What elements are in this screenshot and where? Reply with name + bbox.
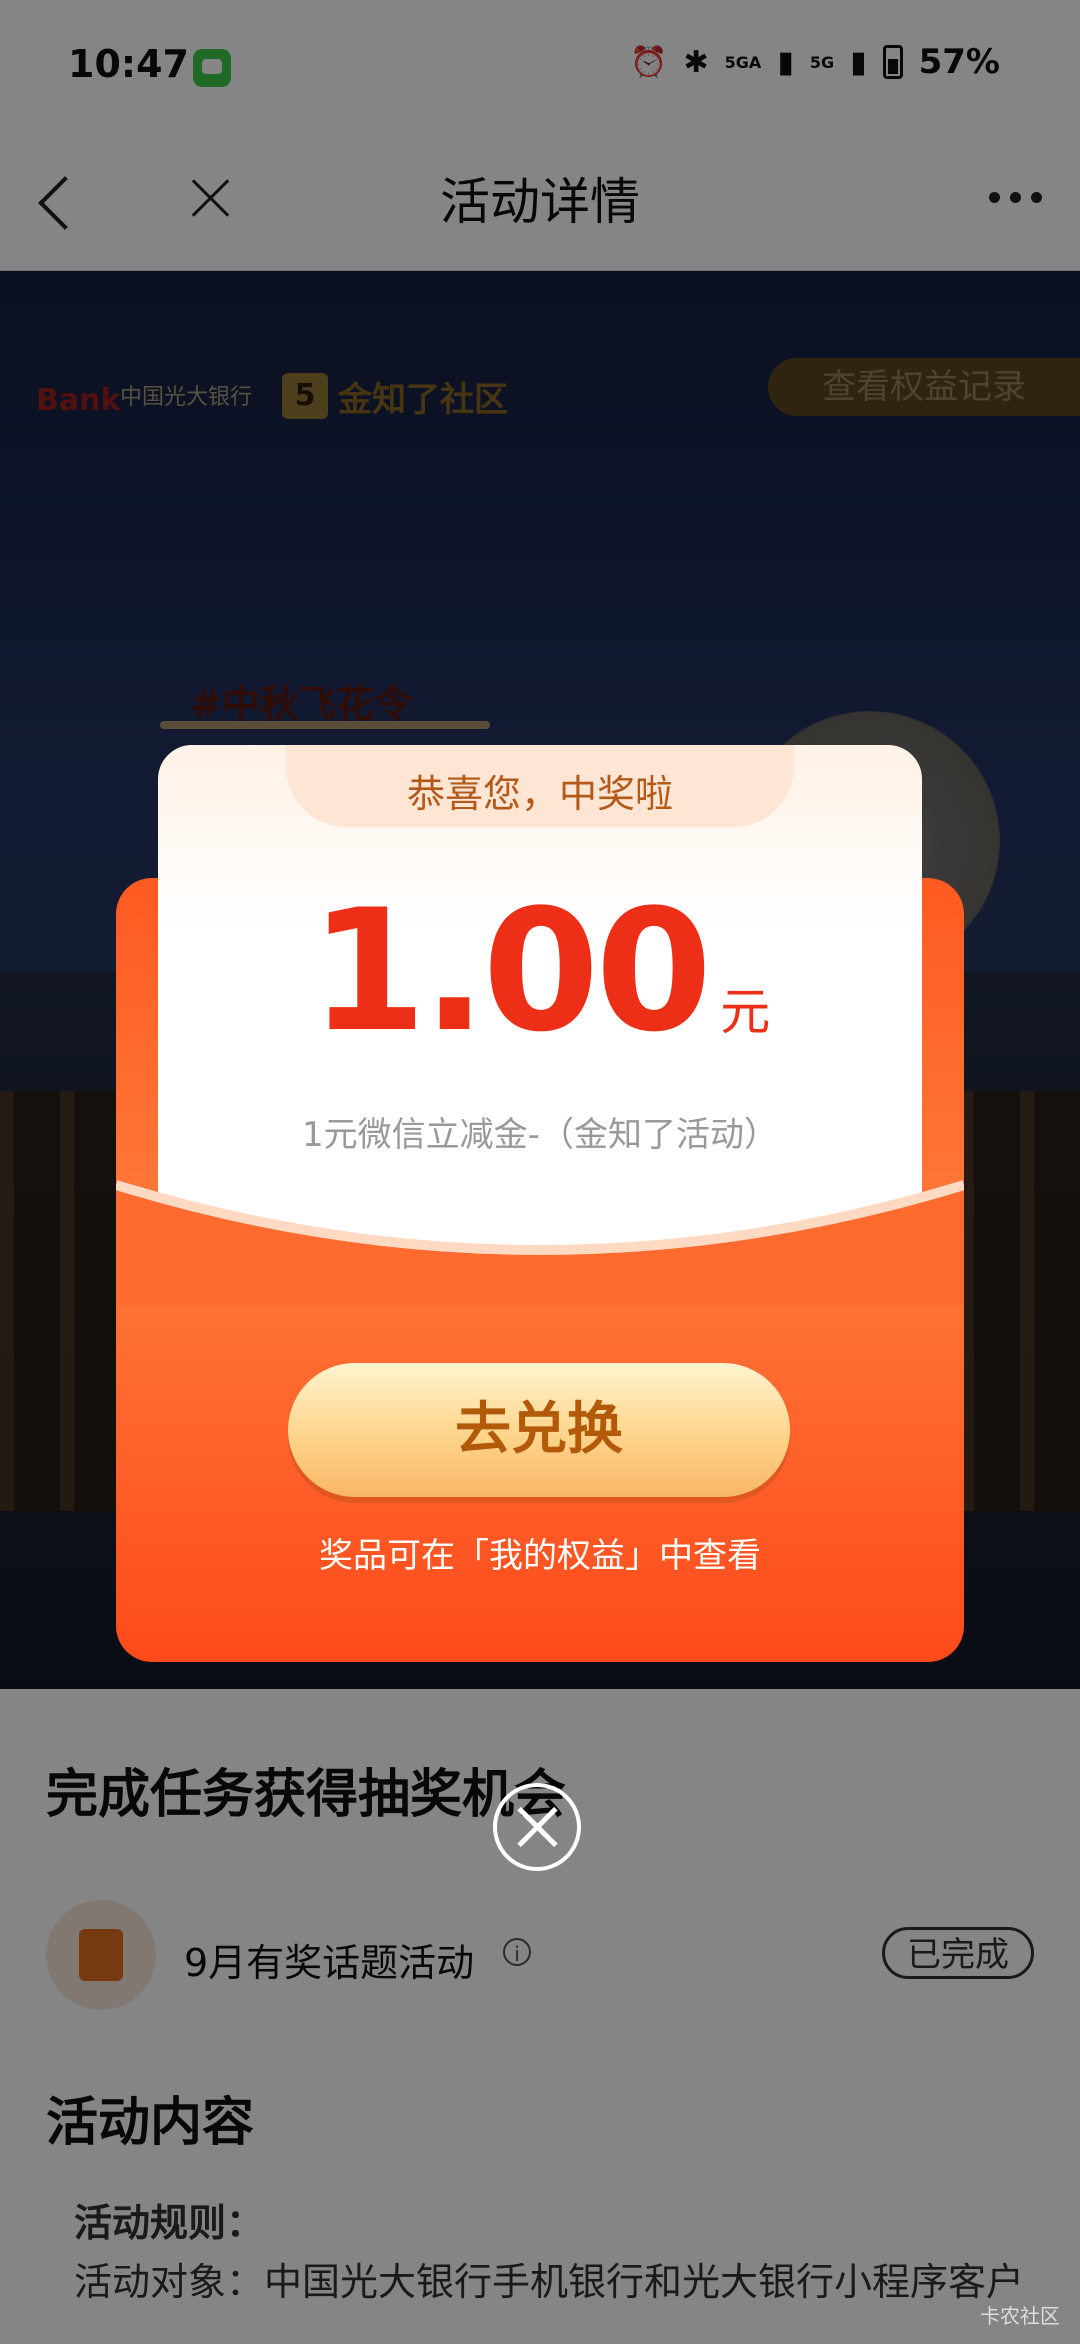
watermark: 卡农社区 [980,2304,1060,2328]
envelope-flap [116,1165,964,1305]
prize-tip: 奖品可在「我的权益」中查看 [319,1536,761,1576]
prize-amount-value: 1.00 [309,873,713,1069]
congrats-text: 恭喜您，中奖啦 [406,772,673,816]
prize-amount-unit: 元 [720,983,771,1041]
prize-amount: 1.00 元 [158,873,922,1069]
prize-description: 1元微信立减金-（金知了活动） [302,1115,778,1155]
close-popup-icon[interactable] [493,1783,581,1871]
redeem-button[interactable]: 去兑换 [288,1363,790,1497]
